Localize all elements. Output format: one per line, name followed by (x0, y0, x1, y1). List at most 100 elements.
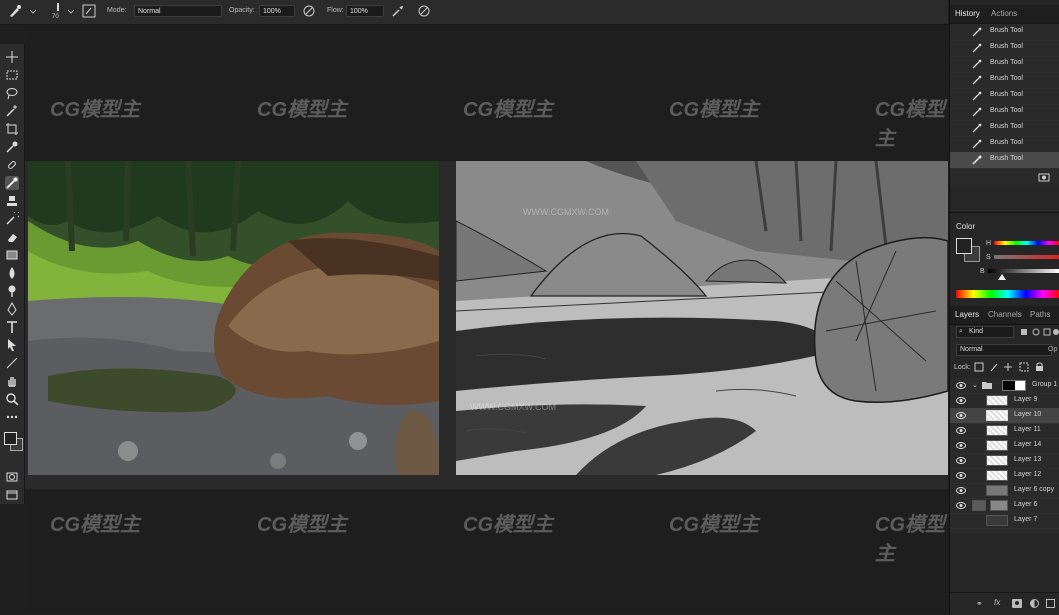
layer-style-icon[interactable]: fx (994, 598, 1000, 607)
chevron-down-icon[interactable]: ⌄ (972, 381, 978, 389)
lasso-tool-icon[interactable] (5, 86, 19, 100)
path-selection-icon[interactable] (5, 338, 19, 352)
history-item[interactable]: Brush Tool (950, 40, 1059, 57)
visibility-eye-icon[interactable] (956, 426, 966, 435)
add-mask-icon[interactable] (1012, 599, 1022, 608)
type-tool-icon[interactable] (5, 320, 19, 334)
color-spectrum-ramp[interactable] (956, 290, 1059, 298)
foreground-color-swatch[interactable] (4, 432, 17, 445)
saturation-slider[interactable] (994, 255, 1059, 259)
brush-tool-icon[interactable] (5, 176, 19, 190)
quick-mask-icon[interactable] (5, 470, 19, 484)
layer-name: Layer 10 (1014, 411, 1042, 418)
new-snapshot-icon[interactable] (1038, 172, 1050, 182)
opacity-input[interactable]: 100% (259, 5, 295, 17)
blend-mode-select[interactable]: Normal (956, 344, 1052, 356)
slider-handle-icon[interactable] (998, 274, 1006, 280)
history-item[interactable]: Brush Tool (950, 72, 1059, 89)
history-item[interactable]: Brush Tool (950, 24, 1059, 41)
link-layers-icon[interactable]: ⚭ (976, 599, 983, 608)
history-item[interactable]: Brush Tool (950, 88, 1059, 105)
document-canvas[interactable]: CG模型主 CG模型主 CG模型主 CG模型主 CG模型主 CG模型主 CG模型… (25, 25, 948, 614)
layer-row[interactable]: Layer 11 (950, 423, 1059, 439)
tab-history[interactable]: History (955, 9, 980, 18)
panel-divider (950, 212, 1059, 213)
clone-stamp-icon[interactable] (5, 194, 19, 208)
history-item[interactable]: Brush Tool (950, 120, 1059, 137)
visibility-eye-icon[interactable] (956, 486, 966, 495)
visibility-eye-icon[interactable] (956, 396, 966, 405)
brush-preset-icon[interactable] (8, 4, 22, 18)
brightness-slider[interactable] (988, 269, 1059, 273)
dodge-tool-icon[interactable] (5, 284, 19, 298)
chevron-down-icon[interactable] (29, 8, 37, 14)
watermark-logo: CG模型主 (257, 99, 347, 121)
lock-options[interactable] (974, 362, 1054, 372)
watermark-logo: CG模型主 (257, 514, 347, 536)
layer-row[interactable]: Layer 13 (950, 453, 1059, 469)
watermark-logo: CG模型主 (50, 514, 140, 536)
foreground-color-swatch[interactable] (956, 238, 972, 254)
brush-size-picker[interactable]: 70 (52, 2, 64, 22)
opacity-value: 100% (263, 8, 281, 15)
tab-layers[interactable]: Layers (955, 310, 979, 319)
zoom-tool-icon[interactable] (5, 392, 19, 406)
pen-tool-icon[interactable] (5, 302, 19, 316)
layer-row[interactable]: Layer 12 (950, 468, 1059, 484)
layer-filter-icons[interactable] (1020, 327, 1059, 337)
visibility-eye-icon[interactable] (956, 441, 966, 450)
blur-tool-icon[interactable] (5, 266, 19, 280)
layer-thumbnail (986, 515, 1008, 526)
color-swatches[interactable] (2, 430, 23, 451)
line-tool-icon[interactable] (5, 356, 19, 370)
move-tool-icon[interactable] (5, 50, 19, 64)
visibility-eye-icon[interactable] (956, 471, 966, 480)
tab-channels[interactable]: Channels (988, 310, 1022, 319)
layer-row[interactable]: Layer 6 (950, 498, 1059, 514)
history-item-current[interactable]: Brush Tool (950, 152, 1059, 169)
layer-row[interactable]: Layer 9 (950, 393, 1059, 409)
layer-row[interactable]: Layer 6 copy (950, 483, 1059, 499)
pressure-opacity-icon[interactable] (302, 4, 316, 18)
visibility-eye-icon[interactable] (956, 456, 966, 465)
visibility-eye-icon[interactable] (956, 381, 966, 390)
chevron-down-icon[interactable] (67, 8, 75, 14)
history-item[interactable]: Brush Tool (950, 56, 1059, 73)
screen-mode-icon[interactable] (5, 488, 19, 502)
layer-name: Layer 6 (1014, 501, 1038, 508)
crop-tool-icon[interactable] (5, 122, 19, 136)
flow-input[interactable]: 100% (346, 5, 384, 17)
layer-row[interactable]: Layer 7 (950, 513, 1059, 529)
hand-tool-icon[interactable] (5, 374, 19, 388)
healing-brush-icon[interactable] (5, 158, 19, 172)
adjustment-layer-icon[interactable] (1030, 599, 1039, 608)
visibility-eye-icon[interactable] (956, 501, 966, 510)
more-tools-icon[interactable] (5, 410, 19, 424)
history-item-label: Brush Tool (990, 107, 1023, 114)
layer-row-selected[interactable]: Layer 10 (950, 408, 1059, 424)
eraser-icon[interactable] (5, 230, 19, 244)
layer-row-group[interactable]: ⌄ Group 1 (950, 378, 1059, 394)
magic-wand-icon[interactable] (5, 104, 19, 118)
tab-actions[interactable]: Actions (991, 9, 1017, 18)
flow-label: Flow: (327, 7, 344, 14)
marquee-tool-icon[interactable] (5, 68, 19, 82)
history-item[interactable]: Brush Tool (950, 136, 1059, 153)
hue-slider[interactable] (994, 241, 1059, 245)
reference-photo[interactable] (28, 161, 439, 475)
airbrush-icon[interactable] (391, 4, 405, 18)
pressure-size-icon[interactable] (417, 4, 431, 18)
layer-filter-select[interactable]: ⌕ Kind (956, 326, 1014, 338)
mode-select[interactable]: Normal (134, 5, 222, 17)
new-group-icon[interactable] (1046, 599, 1055, 608)
history-brush-icon[interactable] (5, 212, 19, 226)
history-item[interactable]: Brush Tool (950, 104, 1059, 121)
gradient-tool-icon[interactable] (5, 248, 19, 262)
brush-settings-panel-icon[interactable] (82, 4, 96, 18)
layer-row[interactable]: Layer 14 (950, 438, 1059, 454)
layers-footer: ⚭ fx (950, 592, 1059, 615)
mode-label: Mode: (107, 7, 127, 14)
visibility-eye-icon[interactable] (956, 411, 966, 420)
eyedropper-icon[interactable] (5, 140, 19, 154)
tab-paths[interactable]: Paths (1030, 310, 1050, 319)
